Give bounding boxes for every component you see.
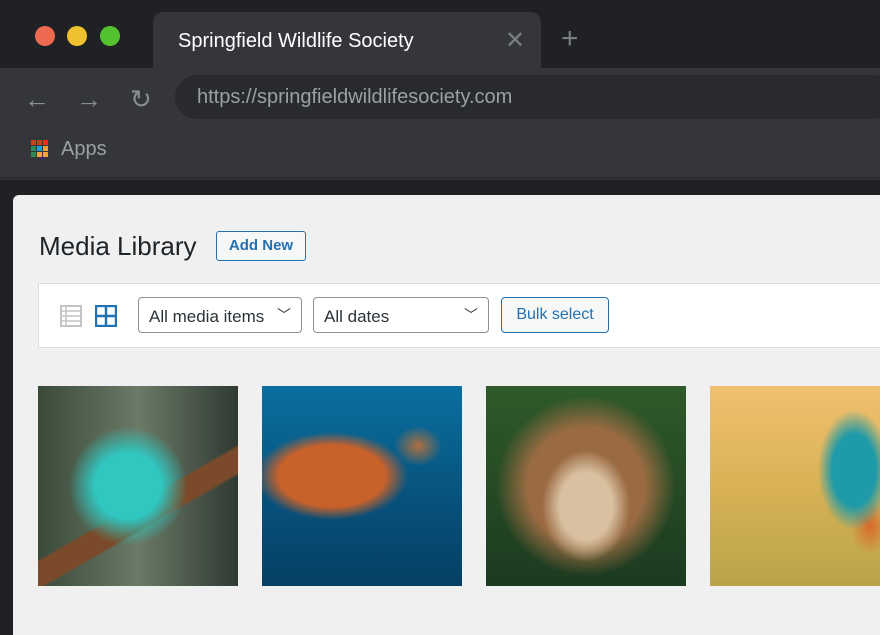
close-tab-icon[interactable]: ✕ — [505, 26, 525, 55]
list-view-icon[interactable] — [60, 305, 82, 327]
browser-tab[interactable]: Springfield Wildlife Society ✕ — [153, 12, 541, 72]
date-value: All dates — [324, 307, 390, 326]
media-filter-bar: All media items ﹀ All dates ﹀ Bulk selec… — [38, 283, 880, 348]
chevron-down-icon: ﹀ — [464, 307, 478, 323]
address-bar[interactable]: https://springfieldwildlifesociety.com — [175, 75, 880, 119]
media-item-lion[interactable] — [486, 386, 686, 586]
new-tab-icon[interactable]: + — [561, 24, 579, 54]
minimize-window-button[interactable] — [67, 26, 87, 46]
browser-toolbar: ← → ↻ https://springfieldwildlifesociety… — [0, 68, 880, 180]
chevron-down-icon: ﹀ — [277, 307, 291, 323]
media-item-chameleon[interactable] — [38, 386, 238, 586]
page-title: Media Library — [39, 231, 197, 261]
maximize-window-button[interactable] — [100, 26, 120, 46]
forward-icon[interactable]: → — [76, 84, 102, 115]
date-select[interactable]: All dates ﹀ — [313, 297, 489, 333]
media-type-value: All media items — [149, 307, 265, 326]
add-new-button[interactable]: Add New — [216, 231, 306, 261]
bulk-select-button[interactable]: Bulk select — [501, 297, 609, 333]
bookmark-apps[interactable]: Apps — [61, 138, 107, 161]
media-library-page: Media Library Add New All media items ﹀ … — [13, 195, 880, 635]
tab-title: Springfield Wildlife Society — [178, 30, 414, 52]
media-type-select[interactable]: All media items ﹀ — [138, 297, 302, 333]
url-text: https://springfieldwildlifesociety.com — [197, 86, 513, 108]
reload-icon[interactable]: ↻ — [130, 84, 152, 115]
back-icon[interactable]: ← — [24, 84, 50, 115]
divider — [0, 177, 880, 179]
grid-view-icon[interactable] — [95, 305, 117, 327]
close-window-button[interactable] — [35, 26, 55, 46]
apps-grid-icon[interactable] — [31, 140, 48, 157]
media-item-sea-turtle[interactable] — [262, 386, 462, 586]
media-item-kingfisher[interactable] — [710, 386, 880, 586]
